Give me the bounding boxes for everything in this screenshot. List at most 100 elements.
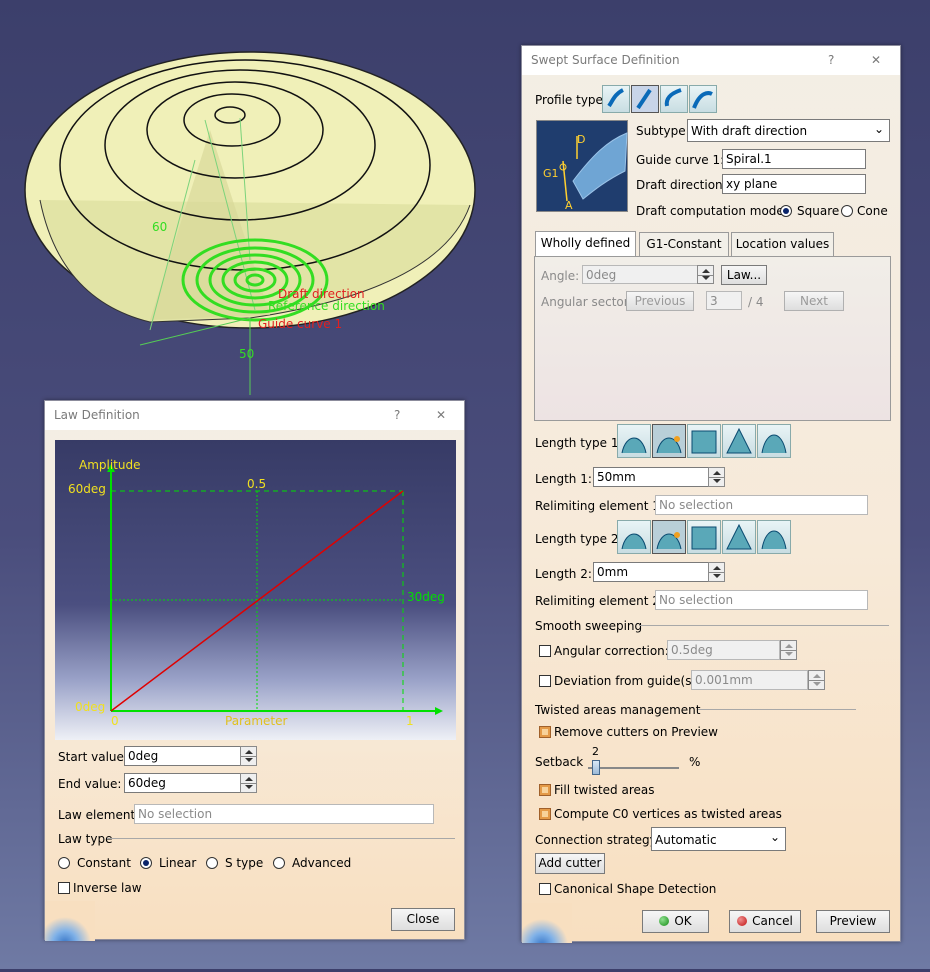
law-help-button[interactable]: ?	[394, 408, 400, 422]
law-type-linear-radio[interactable]	[140, 857, 152, 869]
length-type-1-from-curve-icon[interactable]	[652, 424, 686, 458]
deviation-spinner[interactable]	[808, 670, 825, 690]
length-2-spinner[interactable]	[708, 562, 725, 582]
guide-curve-field[interactable]: Spiral.1	[722, 149, 866, 169]
setback-slider-track[interactable]	[588, 767, 679, 769]
ok-button[interactable]: OK	[642, 910, 709, 933]
remove-cutters-checkbox[interactable]	[539, 726, 551, 738]
angular-correction-field[interactable]: 0.5deg	[667, 640, 780, 660]
length-1-spinner[interactable]	[708, 467, 725, 487]
remove-cutters-label: Remove cutters on Preview	[554, 725, 718, 739]
length-type-2-standard-icon[interactable]	[617, 520, 651, 554]
law-type-constant-radio[interactable]	[58, 857, 70, 869]
end-value-input[interactable]: 60deg	[124, 773, 241, 793]
close-button[interactable]: Close	[391, 908, 455, 931]
draft-direction-field[interactable]: xy plane	[722, 174, 866, 194]
arc-glyph	[656, 436, 682, 454]
cancel-button[interactable]: Cancel	[729, 910, 801, 933]
connection-strategy-select[interactable]: Automatic ⌄	[651, 827, 786, 851]
catia-globe-logo	[45, 901, 95, 941]
length-type-2-extremum-icon[interactable]	[757, 520, 791, 554]
angular-correction-label: Angular correction:	[554, 644, 669, 658]
subtype-select[interactable]: With draft direction ⌄	[687, 119, 890, 142]
tab-panel: Angle: 0deg Law... Angular sector: Previ…	[534, 256, 891, 421]
law-type-s-type-radio[interactable]	[206, 857, 218, 869]
graph-x-left-label: 0	[111, 714, 119, 728]
catia-globe-logo	[522, 903, 572, 943]
subtype-select-value: With draft direction	[691, 124, 808, 138]
graph-xlabel: Parameter	[225, 714, 288, 728]
length-type-1-standard-icon[interactable]	[617, 424, 651, 458]
length-1-label: Length 1:	[535, 472, 592, 486]
law-close-x-button[interactable]: ✕	[436, 408, 446, 422]
preview-button[interactable]: Preview	[816, 910, 890, 933]
angle-field[interactable]: 0deg	[582, 265, 698, 284]
swept-close-x-button[interactable]: ✕	[871, 53, 881, 67]
end-value-label: End value:	[58, 777, 122, 791]
angular-correction-spinner[interactable]	[780, 640, 797, 660]
chevron-down-icon: ⌄	[873, 122, 884, 136]
draft-mode-label: Draft computation mode:	[636, 204, 788, 218]
fill-twisted-checkbox[interactable]	[539, 784, 551, 796]
length-type-1-along-surface-icon[interactable]	[722, 424, 756, 458]
length-1-field[interactable]: 50mm	[593, 467, 709, 487]
relimiting-1-field[interactable]: No selection	[655, 495, 868, 515]
deviation-field[interactable]: 0.001mm	[691, 670, 808, 690]
arc-glyph	[726, 523, 752, 550]
previous-button[interactable]: Previous	[626, 291, 694, 311]
connection-strategy-value: Automatic	[655, 833, 717, 847]
length-2-label: Length 2:	[535, 567, 592, 581]
tab-location-values[interactable]: Location values	[731, 232, 834, 257]
setback-slider-thumb[interactable]	[591, 760, 600, 775]
mode-square-label: Square	[797, 204, 840, 218]
deviation-checkbox[interactable]	[539, 675, 551, 687]
profile-circle-icon[interactable]	[660, 85, 688, 113]
law-dialog-titlebar: Law Definition ? ✕	[45, 401, 464, 430]
canonical-shape-checkbox[interactable]	[539, 883, 551, 895]
law-type-advanced-radio[interactable]	[273, 857, 285, 869]
next-button[interactable]: Next	[784, 291, 844, 311]
relimiting-2-field[interactable]: No selection	[655, 590, 868, 610]
tab-wholly-defined[interactable]: Wholly defined	[535, 231, 636, 257]
profile-explicit-icon[interactable]	[602, 85, 630, 113]
law-element-field[interactable]: No selection	[134, 804, 434, 824]
law-button[interactable]: Law...	[721, 265, 767, 285]
angle-spinner[interactable]	[697, 265, 714, 284]
setback-unit: %	[689, 755, 701, 769]
mode-square-radio[interactable]	[780, 205, 792, 217]
angular-sector-label: Angular sector:	[541, 295, 633, 309]
law-type-s-type-label: S type	[225, 856, 264, 870]
swept-dialog-title: Swept Surface Definition	[531, 53, 680, 67]
relimiting-1-label: Relimiting element 1:	[535, 499, 664, 513]
profile-type-label: Profile type:	[535, 93, 607, 107]
arc-glyph	[691, 430, 717, 454]
law-type-linear-label: Linear	[159, 856, 197, 870]
end-value-spinner[interactable]	[240, 773, 257, 793]
length-type-2-from-curve-icon[interactable]	[652, 520, 686, 554]
compute-c0-checkbox[interactable]	[539, 808, 551, 820]
swept-help-button[interactable]: ?	[828, 53, 834, 67]
start-value-spinner[interactable]	[240, 746, 257, 766]
inverse-law-label: Inverse law	[73, 881, 142, 895]
guide-curve-label: Guide curve 1	[258, 317, 343, 331]
subtype-preview-image: D G1 A	[536, 120, 628, 212]
length-type-2-label: Length type 2:	[535, 532, 623, 546]
tab-g1-constant[interactable]: G1-Constant	[639, 232, 729, 257]
connection-strategy-label: Connection strategy:	[535, 833, 660, 847]
profile-line-icon[interactable]	[631, 85, 659, 113]
add-cutter-button[interactable]: Add cutter	[535, 853, 605, 874]
length-type-2-up-to-icon[interactable]	[687, 520, 721, 554]
profile-conic-icon[interactable]	[689, 85, 717, 113]
start-value-input[interactable]: 0deg	[124, 746, 241, 766]
length-2-field[interactable]: 0mm	[593, 562, 709, 582]
arc-glyph	[691, 526, 717, 550]
angular-correction-checkbox[interactable]	[539, 645, 551, 657]
law-dialog-title: Law Definition	[54, 408, 140, 422]
length-type-1-up-to-icon[interactable]	[687, 424, 721, 458]
length-type-1-extremum-icon[interactable]	[757, 424, 791, 458]
guide-curve-label: Guide curve 1:	[636, 153, 725, 167]
mode-cone-radio[interactable]	[841, 205, 853, 217]
length-type-2-along-surface-icon[interactable]	[722, 520, 756, 554]
inverse-law-checkbox[interactable]	[58, 882, 70, 894]
length-type-1-label: Length type 1:	[535, 436, 623, 450]
